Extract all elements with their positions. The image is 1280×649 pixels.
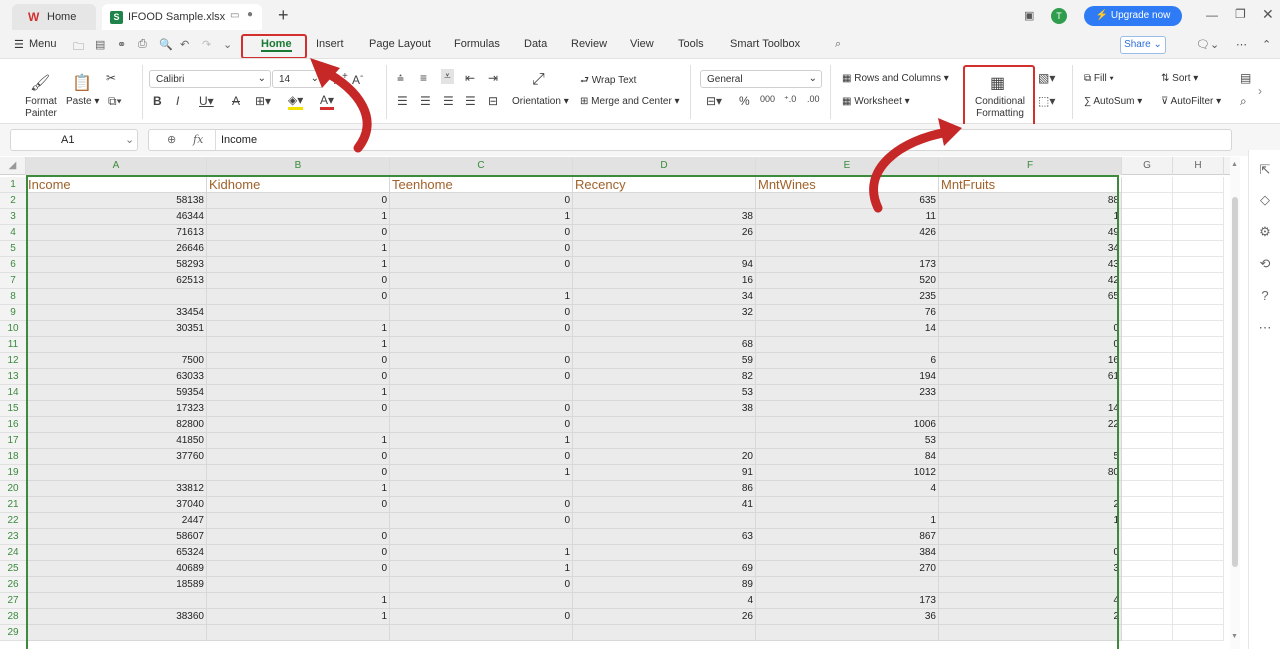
arrow-to-home-head xyxy=(310,58,340,88)
arrow-to-home xyxy=(317,65,372,153)
arrow-to-conditional-formatting-head xyxy=(938,118,962,146)
arrow-to-conditional-formatting xyxy=(869,127,953,213)
annotation-arrows xyxy=(310,58,962,213)
